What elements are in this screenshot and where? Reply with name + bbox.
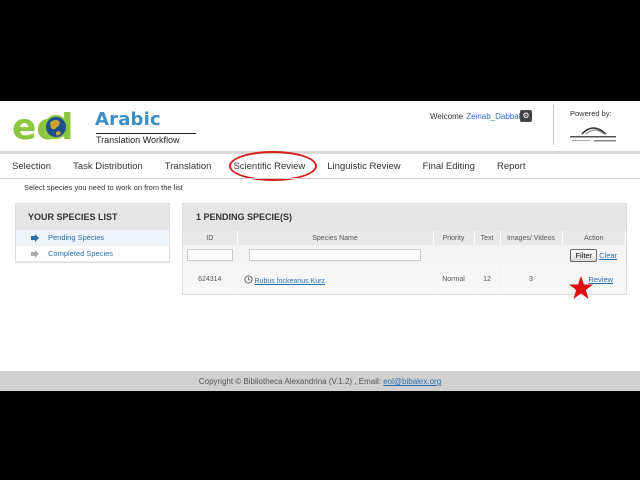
tab-final-editing[interactable]: Final Editing — [423, 161, 475, 172]
header-divider — [553, 105, 554, 145]
eol-globe-logo-icon: eol — [12, 107, 74, 146]
sidebar-item-completed-species[interactable]: Completed Species — [16, 246, 169, 262]
logo-subtitle: Translation Workflow — [96, 133, 196, 145]
clock-icon — [243, 274, 253, 284]
welcome-message: Welcome Zeinab_Dabbah — [430, 112, 523, 121]
cell-text-count: 12 — [474, 265, 501, 294]
footer: Copyright © Bibliotheca Alexandrina (V.1… — [0, 371, 640, 391]
cell-species-name: Rubus fockeanus Kurz — [237, 265, 434, 294]
tabs-rule — [0, 178, 640, 179]
species-list-panel: YOUR SPECIES LIST Pending Species Comple… — [15, 203, 170, 263]
table-row: 624314 Rubus fockeanus Kurz Normal 12 3 … — [183, 265, 626, 294]
column-header-id[interactable]: ID — [183, 231, 238, 245]
pending-species-table: ID Species Name Priority Text Images/ Vi… — [183, 231, 626, 294]
column-header-images-videos[interactable]: Images/ Videos — [500, 231, 563, 245]
main-tabs: Selection Task Distribution Translation … — [0, 154, 640, 178]
user-settings-icon[interactable]: ⚙ — [520, 110, 532, 122]
id-filter-input[interactable] — [186, 249, 233, 261]
species-name-link[interactable]: Rubus fockeanus Kurz — [255, 278, 325, 285]
filter-row: Filter Clear — [183, 245, 626, 265]
app-window: eol Arabic Translation Workflow Welcome Z… — [0, 101, 640, 391]
logo-arabic-text: Arabic — [95, 109, 161, 130]
red-star-marker-icon — [569, 276, 593, 299]
tab-translation[interactable]: Translation — [165, 161, 212, 172]
eol-logo[interactable]: eol Arabic Translation Workflow — [12, 106, 202, 146]
tab-task-distribution[interactable]: Task Distribution — [73, 161, 143, 172]
footer-copyright: Copyright © Bibliotheca Alexandrina (V.1… — [198, 377, 381, 386]
sidebar-item-label: Completed Species — [48, 249, 114, 258]
arrow-bullet-icon — [31, 250, 39, 258]
letterbox-top — [0, 0, 640, 101]
tab-selection[interactable]: Selection — [12, 161, 51, 172]
table-header-row: ID Species Name Priority Text Images/ Vi… — [183, 231, 626, 245]
cell-id: 624314 — [183, 265, 238, 294]
cell-images-count: 3 — [500, 265, 563, 294]
column-header-species-name[interactable]: Species Name — [237, 231, 434, 245]
header: eol Arabic Translation Workflow Welcome Z… — [0, 101, 640, 151]
column-header-text[interactable]: Text — [474, 231, 501, 245]
arrow-bullet-icon — [31, 234, 39, 242]
filter-button[interactable]: Filter — [570, 248, 598, 262]
instruction-text: Select species you need to work on from … — [24, 183, 183, 192]
letterbox-bottom — [0, 391, 640, 480]
tab-linguistic-review[interactable]: Linguistic Review — [327, 161, 400, 172]
tab-report[interactable]: Report — [497, 161, 526, 172]
cell-priority: Normal — [433, 265, 475, 294]
species-name-filter-input[interactable] — [249, 249, 421, 261]
sidebar-item-pending-species[interactable]: Pending Species — [16, 230, 169, 246]
column-header-priority[interactable]: Priority — [433, 231, 475, 245]
pending-species-title: 1 PENDING SPECIE(S) — [183, 204, 626, 231]
footer-email-link[interactable]: eol@bibalex.org — [383, 377, 441, 386]
welcome-label: Welcome — [430, 112, 464, 121]
powered-by-label: Powered by: — [570, 109, 612, 118]
username-link[interactable]: Zeinab_Dabbah — [466, 112, 523, 121]
column-header-action: Action — [562, 231, 626, 245]
tab-scientific-review[interactable]: Scientific Review — [233, 160, 306, 172]
bibliotheca-alexandrina-logo-icon — [570, 127, 616, 142]
sidebar-item-label: Pending Species — [48, 233, 105, 242]
clear-link[interactable]: Clear — [599, 251, 617, 260]
pending-species-panel: 1 PENDING SPECIE(S) ID Species Name Prio… — [182, 203, 627, 295]
species-list-title: YOUR SPECIES LIST — [16, 204, 169, 230]
